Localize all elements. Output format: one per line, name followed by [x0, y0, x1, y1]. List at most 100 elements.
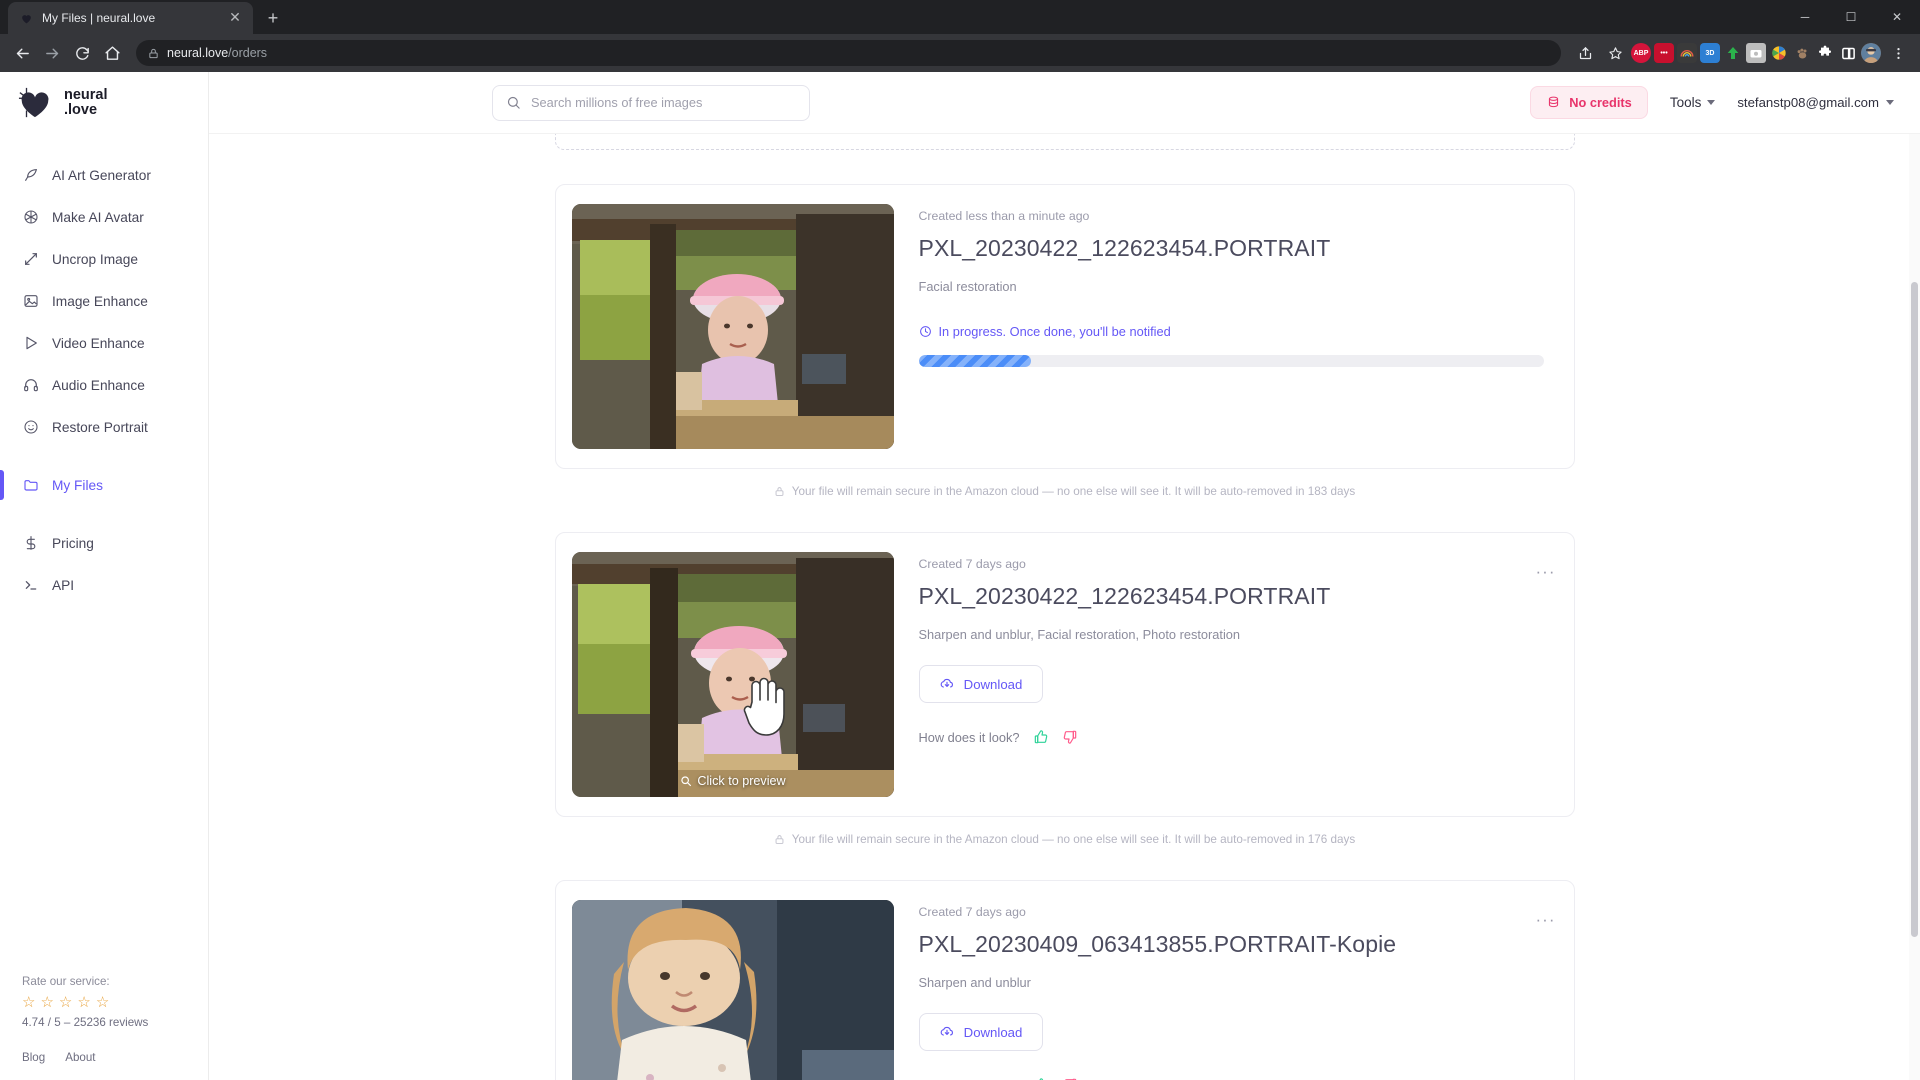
- profile-avatar[interactable]: [1861, 43, 1881, 63]
- file-card: Created less than a minute ago PXL_20230…: [554, 184, 1575, 469]
- preview-overlay-label[interactable]: Click to preview: [679, 774, 786, 788]
- file-menu-button[interactable]: ···: [1534, 560, 1558, 584]
- new-tab-button[interactable]: +: [259, 4, 287, 32]
- forward-arrow-icon[interactable]: [38, 39, 66, 67]
- image-icon: [22, 293, 39, 310]
- search-input[interactable]: [531, 95, 796, 110]
- lock-icon: [774, 834, 785, 845]
- color-wheel-icon[interactable]: [1769, 43, 1789, 63]
- sidebar-item-restore-portrait[interactable]: Restore Portrait: [0, 406, 208, 448]
- sidebar-item-pricing[interactable]: Pricing: [0, 522, 208, 564]
- sidebar-item-image-enhance[interactable]: Image Enhance: [0, 280, 208, 322]
- minimize-icon[interactable]: ─: [1782, 0, 1828, 34]
- file-created: Created less than a minute ago: [918, 209, 1090, 223]
- credits-label: No credits: [1569, 95, 1632, 110]
- blog-link[interactable]: Blog: [22, 1051, 45, 1064]
- file-card-body: Created less than a minute ago PXL_20230…: [894, 204, 1574, 449]
- cloud-download-icon: [939, 676, 955, 692]
- restore-icon[interactable]: ☐: [1828, 0, 1874, 34]
- thumbs-up-icon[interactable]: [1033, 729, 1049, 745]
- page-scrollbar[interactable]: [1909, 134, 1920, 1080]
- folder-icon: [22, 477, 39, 494]
- scrollbar-thumb[interactable]: [1911, 282, 1918, 937]
- file-thumbnail[interactable]: Click to preview: [571, 900, 894, 1080]
- url-path: /orders: [228, 46, 268, 60]
- sidebar-icon[interactable]: [1838, 43, 1858, 63]
- search-box[interactable]: [492, 84, 810, 121]
- address-bar[interactable]: neural.love/orders: [136, 40, 1561, 66]
- coins-icon: [1546, 95, 1561, 110]
- tools-menu-button[interactable]: Tools: [1670, 95, 1716, 110]
- file-name: PXL_20230422_122623454.PORTRAIT: [918, 235, 1331, 261]
- top-bar: No credits Tools stefanstp08@gmail.com: [209, 72, 1920, 134]
- brand-line1: neural: [64, 87, 108, 103]
- brand-text: neural .love: [64, 88, 108, 118]
- upload-dropzone-partial[interactable]: [554, 134, 1575, 150]
- file-menu-button[interactable]: ···: [1534, 908, 1558, 932]
- chrome-menu-icon[interactable]: [1884, 39, 1912, 67]
- sidebar-footer: Rate our service: ☆ ☆ ☆ ☆ ☆ 4.74 / 5 – 2…: [0, 975, 208, 1080]
- download-label: Download: [963, 676, 1023, 692]
- rainbow-icon[interactable]: [1677, 43, 1697, 63]
- share-icon[interactable]: [1571, 39, 1599, 67]
- file-status-text: In progress. Once done, you'll be notifi…: [938, 324, 1171, 339]
- download-button[interactable]: Download: [918, 665, 1043, 703]
- sidebar-footer-links: Blog About: [22, 1029, 208, 1070]
- sidebar-item-video-enhance[interactable]: Video Enhance: [0, 322, 208, 364]
- sidebar-item-api[interactable]: API: [0, 564, 208, 606]
- rating-stars[interactable]: ☆ ☆ ☆ ☆ ☆: [22, 995, 208, 1010]
- camera-icon[interactable]: [1746, 43, 1766, 63]
- sidebar-item-label: Pricing: [52, 535, 94, 551]
- account-menu-button[interactable]: stefanstp08@gmail.com: [1737, 95, 1894, 110]
- thumbs-down-icon[interactable]: [1062, 729, 1078, 745]
- sidebar-item-ai-art-generator[interactable]: AI Art Generator: [0, 154, 208, 196]
- rate-label: Rate our service:: [22, 975, 110, 988]
- home-icon[interactable]: [98, 39, 126, 67]
- star-icon[interactable]: ☆: [22, 995, 35, 1010]
- tab-title: My Files | neural.love: [42, 11, 156, 25]
- star-icon[interactable]: ☆: [96, 995, 109, 1010]
- file-operations: Sharpen and unblur, Facial restoration, …: [918, 627, 1241, 642]
- sidebar-divider-gap-2: [0, 506, 208, 522]
- file-thumbnail[interactable]: Click to preview: [571, 552, 894, 797]
- download-button[interactable]: Download: [918, 1013, 1043, 1051]
- browser-window: My Files | neural.love ✕ + ─ ☐ ✕ neural.…: [0, 0, 1920, 1080]
- url-domain: neural.love: [167, 46, 229, 60]
- sidebar-item-make-ai-avatar[interactable]: Make AI Avatar: [0, 196, 208, 238]
- secure-note-text: Your file will remain secure in the Amaz…: [791, 485, 1356, 498]
- browser-toolbar: neural.love/orders ABP ••• 3D: [0, 34, 1920, 72]
- sidebar-item-uncrop-image[interactable]: Uncrop Image: [0, 238, 208, 280]
- sidebar-item-label: Video Enhance: [52, 335, 145, 351]
- file-name: PXL_20230409_063413855.PORTRAIT-Kopie: [918, 931, 1397, 957]
- main-area: No credits Tools stefanstp08@gmail.com: [209, 72, 1920, 1080]
- sidebar-item-audio-enhance[interactable]: Audio Enhance: [0, 364, 208, 406]
- back-arrow-icon[interactable]: [8, 39, 36, 67]
- close-window-icon[interactable]: ✕: [1874, 0, 1920, 34]
- file-operations: Sharpen and unblur: [918, 975, 1031, 990]
- 3d-icon[interactable]: 3D: [1700, 43, 1720, 63]
- extension-dots-icon[interactable]: •••: [1654, 43, 1674, 63]
- expand-arrows-icon: [22, 251, 39, 268]
- browser-tab[interactable]: My Files | neural.love ✕: [8, 2, 253, 34]
- about-link[interactable]: About: [65, 1051, 95, 1064]
- close-icon[interactable]: ✕: [227, 10, 243, 26]
- extension-abp-icon[interactable]: ABP: [1631, 43, 1651, 63]
- star-icon[interactable]: ☆: [40, 995, 53, 1010]
- sidebar-item-my-files[interactable]: My Files: [0, 464, 208, 506]
- top-bar-right: No credits Tools stefanstp08@gmail.com: [1530, 86, 1894, 119]
- credits-button[interactable]: No credits: [1530, 86, 1648, 119]
- green-arrow-icon[interactable]: [1723, 43, 1743, 63]
- paw-icon[interactable]: [1792, 43, 1812, 63]
- file-card: Click to preview ··· Created 7 days ago …: [554, 532, 1575, 817]
- reload-icon[interactable]: [68, 39, 96, 67]
- bookmark-star-icon[interactable]: [1601, 39, 1629, 67]
- headphones-icon: [22, 377, 39, 394]
- tab-strip: My Files | neural.love ✕ + ─ ☐ ✕: [0, 0, 1920, 34]
- file-thumbnail[interactable]: [571, 204, 894, 449]
- star-icon[interactable]: ☆: [59, 995, 72, 1010]
- star-icon[interactable]: ☆: [77, 995, 90, 1010]
- files-list: Created less than a minute ago PXL_20230…: [554, 134, 1575, 1080]
- puzzle-piece-icon[interactable]: [1815, 43, 1835, 63]
- brand-logo[interactable]: neural .love: [0, 72, 208, 134]
- sidebar-item-label: Restore Portrait: [52, 419, 148, 435]
